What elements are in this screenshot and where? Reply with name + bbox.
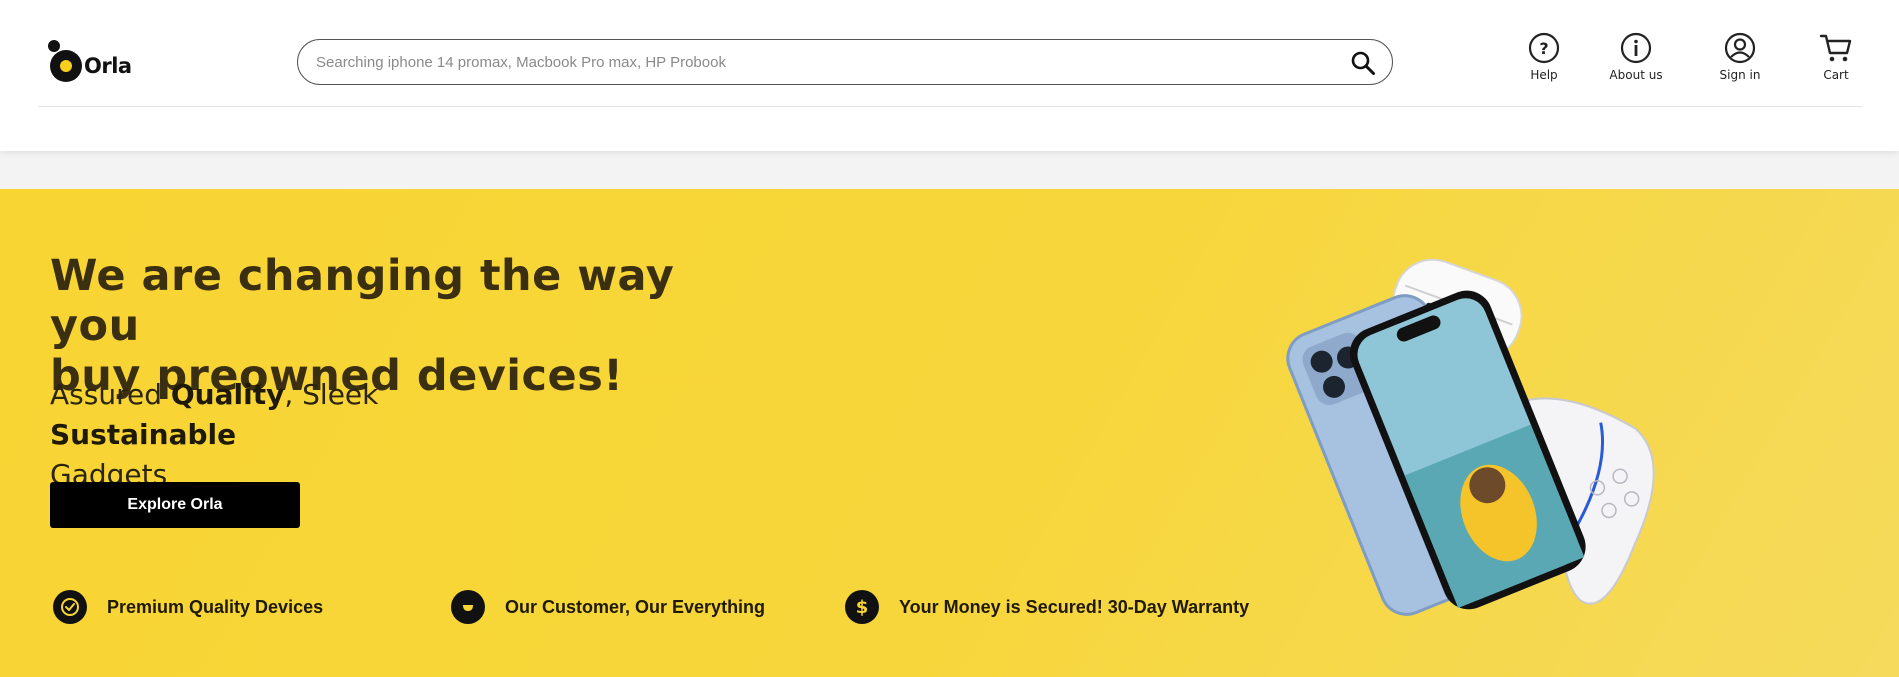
search-bar (297, 39, 1393, 85)
nav-sign-in[interactable]: Sign in (1695, 32, 1785, 82)
feature-text: Our Customer, Our Everything (505, 596, 766, 617)
search-input[interactable] (316, 40, 1316, 84)
hero-banner: We are changing the way you buy preowned… (0, 189, 1899, 677)
nav-help-label: Help (1530, 68, 1558, 82)
header-bar: Orla ? Help About us (38, 0, 1862, 107)
orla-logo[interactable]: Orla (48, 38, 143, 86)
nav-sign-in-label: Sign in (1719, 68, 1761, 82)
nav-cart[interactable]: Cart (1791, 32, 1881, 82)
nav-help[interactable]: ? Help (1499, 32, 1589, 82)
feature-warranty: $ Your Money is Secured! 30-Day Warranty (845, 589, 1249, 625)
logo-text: Orla (84, 54, 132, 78)
search-icon[interactable] (1350, 50, 1376, 76)
explore-orla-button[interactable]: Explore Orla (50, 482, 300, 528)
feature-text: Premium Quality Devices (107, 596, 324, 617)
cart-icon (1819, 34, 1852, 62)
feature-text: Your Money is Secured! 30-Day Warranty (899, 596, 1250, 617)
hero-tagline: Assured Quality, Sleek Sustainable Gadge… (50, 378, 379, 491)
nav-cart-label: Cart (1823, 68, 1849, 82)
info-icon (1620, 32, 1652, 64)
user-icon (1724, 32, 1756, 64)
svg-text:?: ? (1539, 39, 1548, 58)
orla-logo-mark (48, 38, 82, 86)
chat-bubble-icon (451, 590, 485, 624)
nav-about-us[interactable]: About us (1591, 32, 1681, 82)
help-icon: ? (1528, 32, 1560, 64)
dollar-icon: $ (845, 590, 879, 624)
site-header: Orla ? Help About us (0, 0, 1899, 151)
hero-headline-line1: We are changing the way you (50, 251, 675, 351)
nav-about-us-label: About us (1609, 68, 1663, 82)
feature-customer: Our Customer, Our Everything (451, 589, 765, 625)
verified-badge-icon (53, 590, 87, 624)
hero-product-image (1286, 258, 1655, 616)
feature-premium-quality: Premium Quality Devices (53, 589, 323, 625)
